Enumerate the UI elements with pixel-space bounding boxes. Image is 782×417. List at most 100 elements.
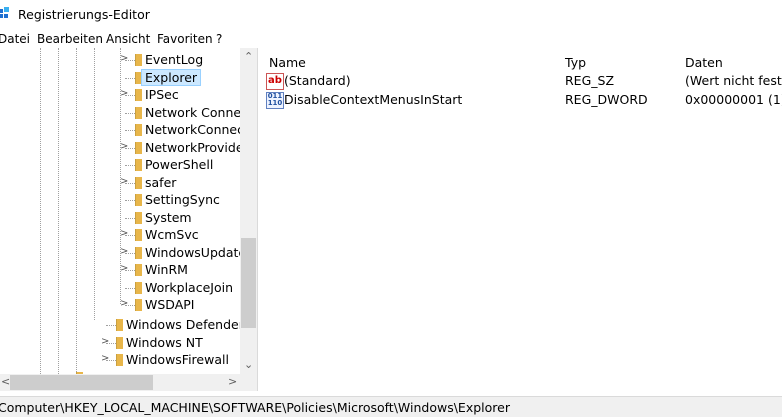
menu-bar: Datei Bearbeiten Ansicht Favoriten ? xyxy=(0,30,782,48)
tree-connector xyxy=(125,165,135,166)
tree-item[interactable]: > IPSec xyxy=(0,86,240,104)
tree-item[interactable]: PowerShell xyxy=(0,156,240,174)
folder-icon xyxy=(135,54,142,66)
value-row[interactable]: ab (Standard) REG_SZ (Wert nicht festgel xyxy=(262,72,782,90)
tree-vertical-scrollbar[interactable]: ⌃ ⌄ xyxy=(240,48,257,374)
tree-item-label: WSDAPI xyxy=(145,297,195,312)
tree-item[interactable]: Network Connecti xyxy=(0,104,256,122)
title-bar: Registrierungs-Editor xyxy=(0,0,782,30)
expand-chevron-icon[interactable]: > xyxy=(120,263,128,274)
scroll-right-icon[interactable]: > xyxy=(228,375,237,388)
tree-item[interactable]: WorkplaceJoin xyxy=(0,279,240,297)
folder-icon xyxy=(135,299,142,311)
registry-tree[interactable]: > EventLog Explorer > IPSec Network Connecti N… xyxy=(0,48,258,391)
folder-icon xyxy=(135,176,142,189)
folder-icon xyxy=(135,124,142,136)
tree-item-label: WinRM xyxy=(145,262,188,277)
tree-item-label: PowerShell xyxy=(145,157,214,172)
value-name: DisableContextMenusInStart xyxy=(284,92,463,107)
tree-connector xyxy=(106,325,116,326)
expand-chevron-icon[interactable]: > xyxy=(120,228,128,239)
scroll-down-icon[interactable]: ⌄ xyxy=(244,358,253,371)
folder-icon xyxy=(116,336,123,349)
scroll-up-icon[interactable]: ⌃ xyxy=(244,50,253,63)
tree-item-label: safer xyxy=(145,174,177,190)
tree-item[interactable]: SettingSync xyxy=(0,191,240,209)
status-bar: Computer\HKEY_LOCAL_MACHINE\SOFTWARE\Pol… xyxy=(0,396,782,417)
tree-item[interactable]: > WcmSvc xyxy=(0,226,240,244)
expand-chevron-icon[interactable]: > xyxy=(101,336,109,347)
value-data: 0x00000001 (1) xyxy=(685,92,782,107)
expand-chevron-icon[interactable]: > xyxy=(120,88,128,99)
tree-item[interactable]: > WindowsUpdate xyxy=(0,244,246,262)
column-header-name[interactable]: Name xyxy=(269,55,306,70)
folder-icon xyxy=(135,106,142,119)
tree-item[interactable]: > WSDAPI xyxy=(0,296,240,314)
tree-item[interactable]: > WinRM xyxy=(0,261,240,279)
expand-chevron-icon[interactable]: > xyxy=(120,141,128,152)
expand-chevron-icon[interactable]: > xyxy=(101,353,109,364)
folder-icon xyxy=(135,281,142,294)
column-header-type[interactable]: Typ xyxy=(565,55,586,70)
scrollbar-corner xyxy=(240,374,257,391)
folder-icon xyxy=(135,159,142,171)
folder-icon xyxy=(135,264,142,276)
tree-connector xyxy=(125,217,135,219)
tree-connector xyxy=(125,112,135,114)
menu-bearbeiten[interactable]: Bearbeiten xyxy=(37,32,103,46)
binary-value-icon: 011 110 xyxy=(266,92,284,109)
tree-item[interactable]: > WindowsFirewall xyxy=(0,351,240,369)
menu-favoriten[interactable]: Favoriten xyxy=(157,32,213,46)
value-name: (Standard) xyxy=(284,73,351,88)
tree-connector xyxy=(125,130,135,131)
value-type: REG_SZ xyxy=(565,73,615,88)
tree-item-label: Explorer xyxy=(140,68,202,86)
tree-item-label: Windows NT xyxy=(126,334,203,350)
value-row[interactable]: 011 110 DisableContextMenusInStart REG_DW… xyxy=(262,91,782,109)
tree-item[interactable]: Windows Defender xyxy=(0,316,244,334)
tree-item-label: NetworkProvider xyxy=(145,139,249,155)
window-title: Registrierungs-Editor xyxy=(18,7,150,22)
folder-icon xyxy=(135,211,142,224)
tree-item[interactable]: > NetworkProvider xyxy=(0,139,249,157)
tree-item[interactable]: > Windows NT xyxy=(0,334,240,352)
folder-icon xyxy=(135,194,142,206)
values-list[interactable]: Name Typ Daten ab (Standard) REG_SZ (Wer… xyxy=(262,48,782,391)
tree-horizontal-scrollbar[interactable]: < > xyxy=(0,374,240,391)
value-data: (Wert nicht festgel xyxy=(685,73,782,88)
tree-vertical-scroll-thumb[interactable] xyxy=(241,238,256,328)
folder-icon xyxy=(135,246,142,259)
expand-chevron-icon[interactable]: > xyxy=(120,246,128,257)
tree-item-label: EventLog xyxy=(145,52,204,67)
menu-help[interactable]: ? xyxy=(216,32,222,46)
string-value-icon: ab xyxy=(266,73,284,90)
folder-icon xyxy=(135,141,142,154)
expand-chevron-icon[interactable]: > xyxy=(120,53,128,64)
tree-connector xyxy=(125,287,135,289)
folder-icon xyxy=(116,354,123,366)
tree-item[interactable]: > EventLog xyxy=(0,51,240,69)
value-type: REG_DWORD xyxy=(565,92,648,107)
tree-item[interactable]: Explorer xyxy=(0,68,240,87)
tree-item[interactable]: NetworkConnectivi xyxy=(0,121,257,139)
tree-item-label: WindowsFirewall xyxy=(126,352,229,367)
tree-item-label: WorkplaceJoin xyxy=(145,279,234,295)
tree-horizontal-scroll-thumb[interactable] xyxy=(10,375,153,390)
tree-item[interactable]: System xyxy=(0,209,240,227)
scroll-left-icon[interactable]: < xyxy=(1,375,10,388)
tree-item-label: SettingSync xyxy=(145,192,220,207)
expand-chevron-icon[interactable]: > xyxy=(120,298,128,309)
menu-datei[interactable]: Datei xyxy=(0,32,30,46)
folder-icon xyxy=(135,89,142,101)
tree-item-label: System xyxy=(145,209,192,225)
folder-icon xyxy=(116,319,123,331)
tree-item-label: Windows Defender xyxy=(126,317,244,332)
expand-chevron-icon[interactable]: > xyxy=(120,176,128,187)
column-header-data[interactable]: Daten xyxy=(685,55,723,70)
tree-connector xyxy=(125,200,135,201)
menu-ansicht[interactable]: Ansicht xyxy=(106,32,150,46)
tree-item-label: WindowsUpdate xyxy=(145,244,247,260)
folder-icon xyxy=(135,229,142,241)
registry-path: Computer\HKEY_LOCAL_MACHINE\SOFTWARE\Pol… xyxy=(0,400,510,415)
tree-item[interactable]: > safer xyxy=(0,174,240,192)
